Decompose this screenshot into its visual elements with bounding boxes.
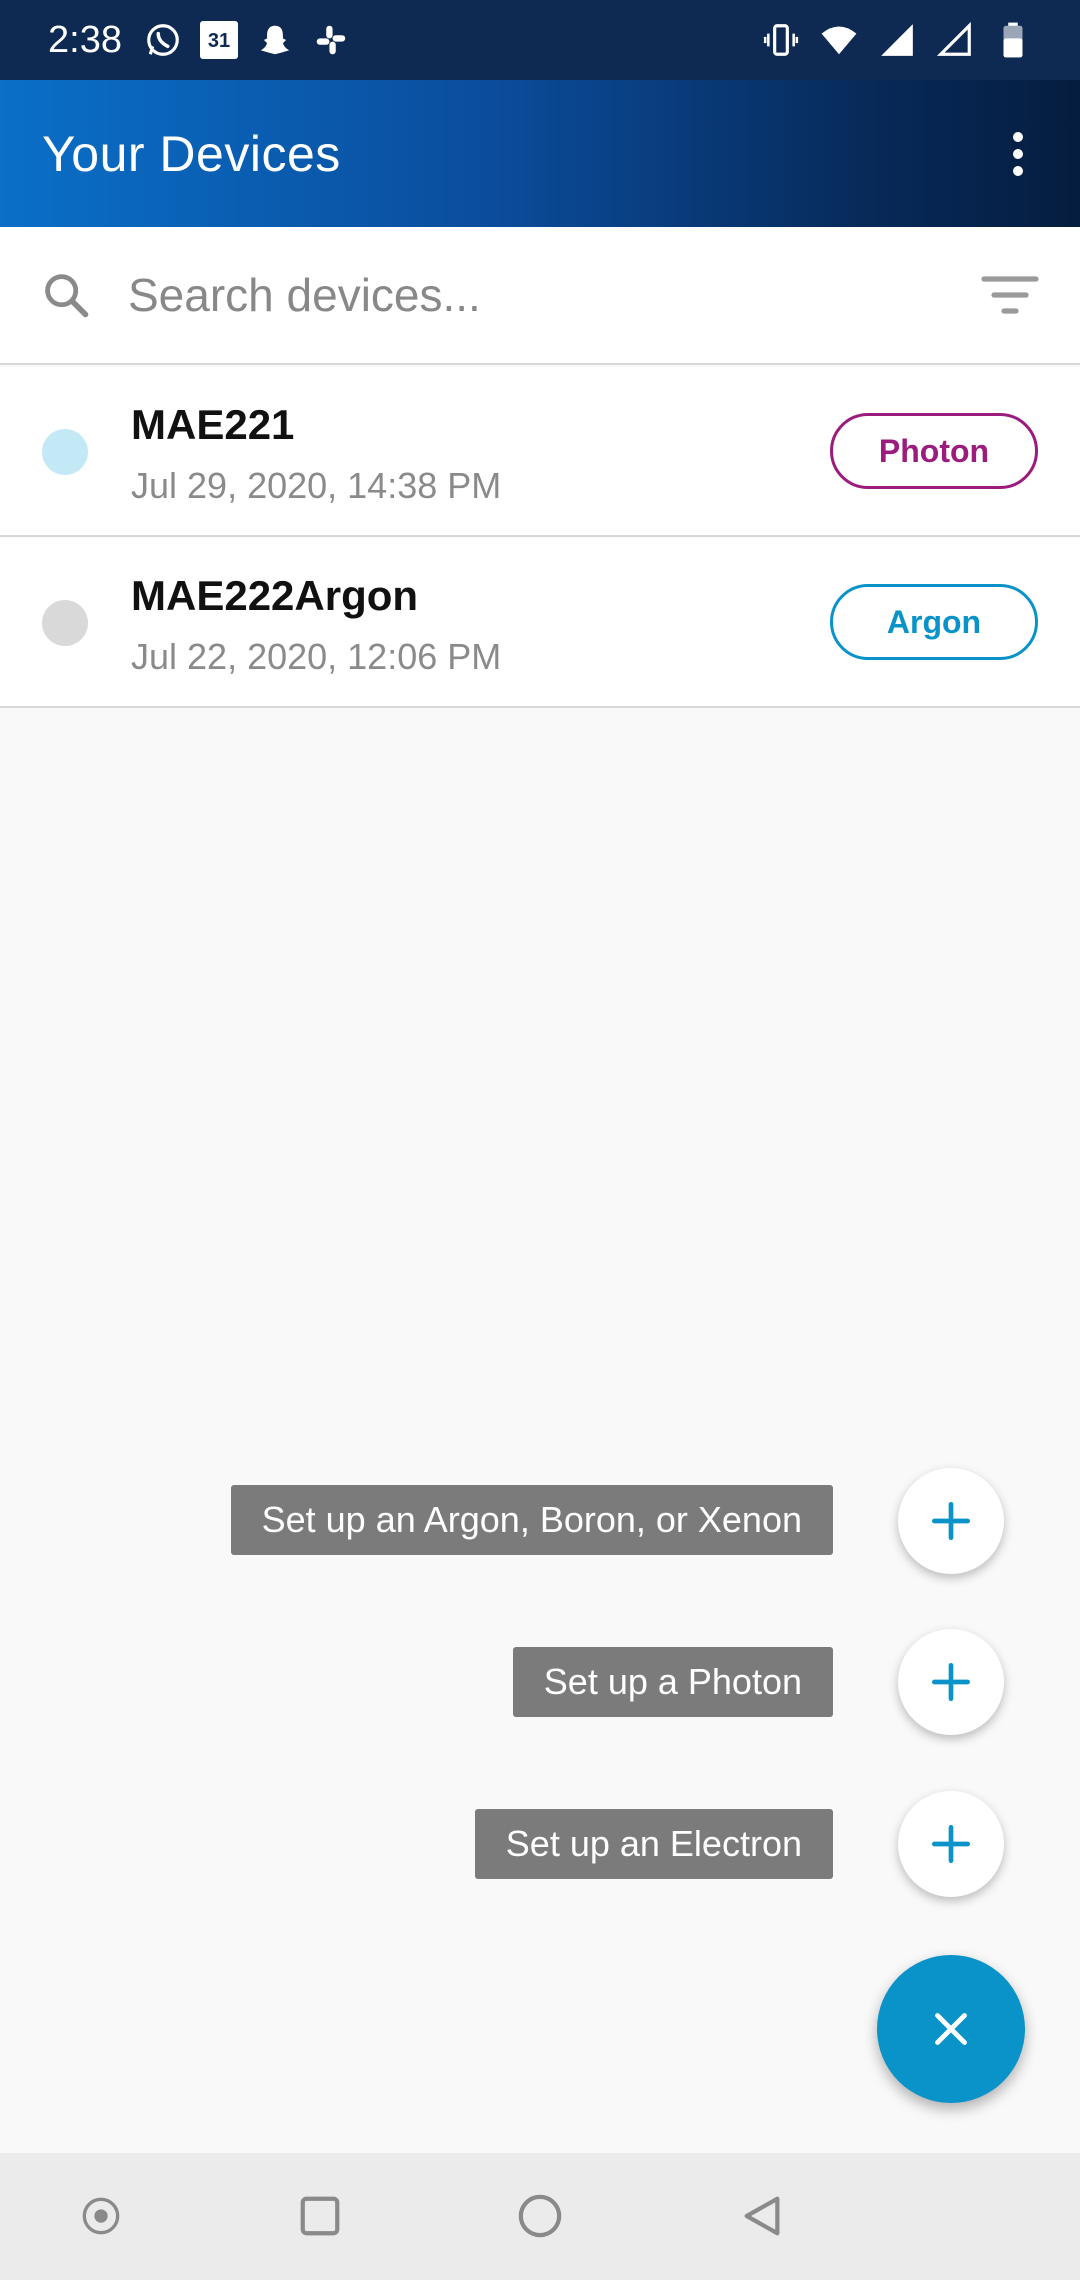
device-row[interactable]: MAE222Argon Jul 22, 2020, 12:06 PM Argon xyxy=(0,538,1080,708)
app-bar: Your Devices xyxy=(0,80,1080,227)
system-nav-bar xyxy=(0,2153,1080,2280)
device-name: MAE222Argon xyxy=(131,572,419,619)
device-last-seen: Jul 22, 2020, 12:06 PM xyxy=(131,636,502,677)
page-title: Your Devices xyxy=(42,125,341,182)
signal-empty-icon xyxy=(936,21,971,56)
calendar-day: 31 xyxy=(207,30,231,52)
signal-icon xyxy=(881,24,913,56)
setup-argon-button[interactable] xyxy=(898,1468,1004,1574)
device-status-indicator xyxy=(42,429,88,475)
plus-icon xyxy=(932,1663,970,1701)
status-time: 2:38 xyxy=(48,18,122,61)
device-status-indicator xyxy=(42,600,88,646)
search-icon xyxy=(45,274,89,318)
setup-photon-label[interactable]: Set up a Photon xyxy=(512,1647,833,1717)
setup-electron-label[interactable]: Set up an Electron xyxy=(474,1809,833,1879)
whatsapp-icon xyxy=(147,24,179,56)
recents-icon[interactable] xyxy=(287,2183,353,2249)
system-icons xyxy=(762,21,1032,59)
device-type-badge: Argon xyxy=(830,584,1038,660)
dot-icon[interactable] xyxy=(68,2183,134,2249)
battery-icon xyxy=(1003,22,1023,58)
setup-photon-button[interactable] xyxy=(898,1629,1004,1735)
back-icon[interactable] xyxy=(729,2183,795,2249)
home-icon[interactable] xyxy=(507,2183,573,2249)
device-row[interactable]: MAE221 Jul 29, 2020, 14:38 PM Photon xyxy=(0,367,1080,537)
setup-electron-button[interactable] xyxy=(898,1791,1004,1897)
close-fab-button[interactable] xyxy=(877,1955,1025,2103)
vibrate-icon xyxy=(763,24,799,56)
plus-icon xyxy=(932,1825,970,1863)
snapchat-icon xyxy=(260,25,290,55)
status-bar: 2:38 31 xyxy=(0,0,1080,80)
search-bar xyxy=(0,227,1080,365)
calendar-icon: 31 xyxy=(199,21,238,59)
setup-argon-label[interactable]: Set up an Argon, Boron, or Xenon xyxy=(230,1485,833,1555)
plus-icon xyxy=(932,1502,970,1540)
device-type-badge: Photon xyxy=(830,413,1038,489)
more-vert-icon[interactable] xyxy=(998,124,1038,184)
filter-icon[interactable] xyxy=(980,273,1040,317)
search-input[interactable] xyxy=(128,268,980,322)
slack-icon xyxy=(316,25,346,55)
notification-icons: 31 xyxy=(144,21,350,59)
close-icon xyxy=(935,2013,967,2045)
device-last-seen: Jul 29, 2020, 14:38 PM xyxy=(131,465,502,506)
wifi-icon xyxy=(821,26,857,55)
device-name: MAE221 xyxy=(131,401,295,448)
